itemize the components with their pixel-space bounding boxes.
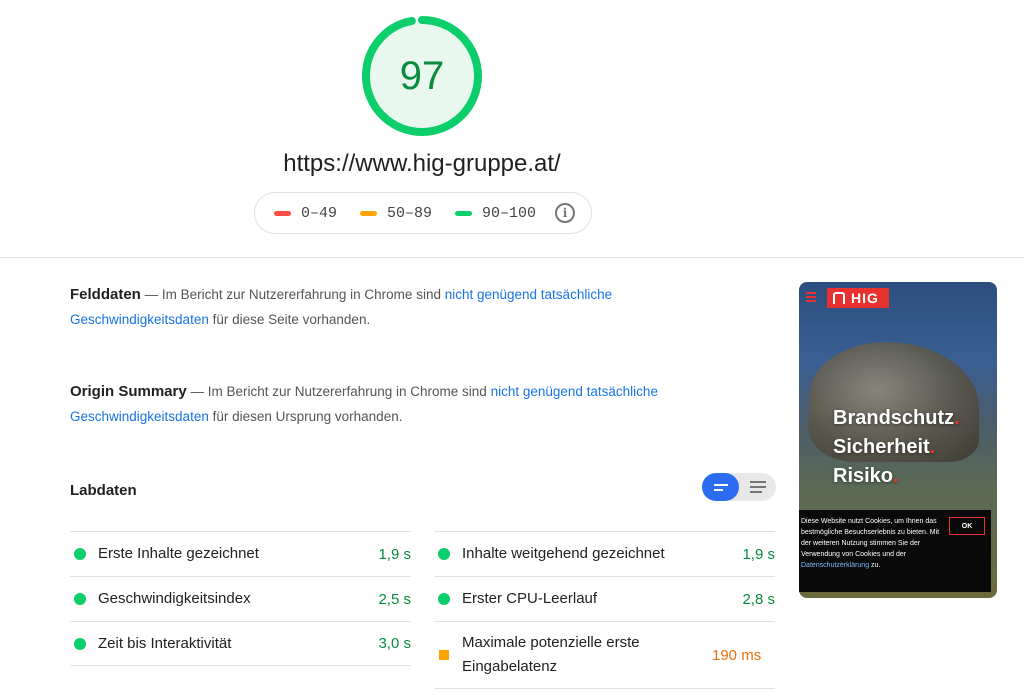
- site-logo: HIG: [827, 288, 889, 308]
- average-indicator-icon: [439, 650, 449, 660]
- metric-label: Erster CPU-Leerlauf: [462, 590, 598, 607]
- metrics-view-toggle: [702, 473, 776, 501]
- hero-headline-line: Sicherheit: [833, 433, 960, 462]
- legend-item-average: 50–89: [360, 205, 432, 222]
- info-icon[interactable]: i: [555, 203, 576, 223]
- metric-label: Inhalte weitgehend gezeichnet: [462, 545, 665, 562]
- page-screenshot-thumbnail: HIG Brandschutz Sicherheit Risiko Diese …: [799, 282, 997, 598]
- privacy-policy-link: Datenschutzerklärung: [801, 562, 870, 569]
- metric-row: Geschwindigkeitsindex 2,5 s: [70, 576, 411, 621]
- metric-row: Maximale potenzielle erste Eingabelatenz…: [434, 621, 775, 689]
- menu-icon: [806, 292, 816, 302]
- metric-row: Zeit bis Interaktivität 3,0 s: [70, 621, 411, 666]
- origin-summary-title: Origin Summary: [70, 383, 187, 400]
- lab-data-title: Labdaten: [70, 482, 137, 499]
- origin-summary-section: Origin Summary — Im Bericht zur Nutzerer…: [70, 379, 710, 429]
- metric-row: Inhalte weitgehend gezeichnet 1,9 s: [434, 531, 775, 576]
- metric-value: 1,9 s: [378, 545, 411, 563]
- logo-icon: [833, 292, 845, 304]
- legend-swatch-pass: [455, 210, 473, 216]
- field-data-section: Felddaten — Im Bericht zur Nutzererfahru…: [70, 282, 710, 332]
- metric-row: Erste Inhalte gezeichnet 1,9 s: [70, 531, 411, 576]
- metrics-column-left: Erste Inhalte gezeichnet 1,9 s Geschwind…: [70, 531, 411, 666]
- metric-value: 2,5 s: [378, 590, 411, 608]
- compact-view-button[interactable]: [702, 473, 739, 501]
- cookie-text-after: zu.: [869, 562, 881, 569]
- legend-item-fail: 0–49: [274, 205, 337, 222]
- score-legend: 0–49 50–89 90–100 i: [254, 192, 592, 234]
- hero-headline: Brandschutz Sicherheit Risiko: [833, 404, 960, 491]
- metric-value: 190 ms: [712, 646, 762, 664]
- metric-label: Geschwindigkeitsindex: [98, 590, 251, 607]
- tested-url: https://www.hig-gruppe.at/: [283, 150, 561, 177]
- cookie-banner: Diese Website nutzt Cookies, um Ihnen da…: [799, 510, 991, 592]
- origin-summary-text-after: für diesen Ursprung vorhanden.: [208, 409, 403, 424]
- performance-score-gauge: 97: [361, 15, 483, 137]
- expanded-view-icon: [749, 481, 766, 493]
- metric-label: Zeit bis Interaktivität: [98, 634, 232, 652]
- legend-swatch-average: [360, 210, 378, 216]
- hero-headline-line: Risiko: [833, 462, 960, 491]
- metric-label: Maximale potenzielle erste Eingabelatenz: [462, 634, 640, 675]
- metric-value: 2,8 s: [742, 590, 775, 608]
- metric-value: 1,9 s: [742, 545, 775, 563]
- cookie-text: Diese Website nutzt Cookies, um Ihnen da…: [801, 518, 940, 558]
- section-divider: [0, 257, 1024, 258]
- compact-view-icon: [713, 483, 728, 491]
- pass-indicator-icon: [74, 593, 86, 605]
- legend-label-fail: 0–49: [301, 204, 338, 222]
- metrics-column-right: Inhalte weitgehend gezeichnet 1,9 s Erst…: [434, 531, 775, 689]
- expanded-view-button[interactable]: [739, 473, 776, 501]
- hero-headline-line: Brandschutz: [833, 404, 960, 433]
- metric-label: Erste Inhalte gezeichnet: [98, 545, 259, 562]
- pass-indicator-icon: [74, 637, 86, 650]
- metric-value: 3,0 s: [378, 635, 411, 652]
- field-data-text-after: für diese Seite vorhanden.: [208, 312, 371, 327]
- legend-label-pass: 90–100: [482, 204, 537, 222]
- pass-indicator-icon: [74, 548, 86, 560]
- legend-label-average: 50–89: [387, 204, 433, 222]
- field-data-text-before: — Im Bericht zur Nutzererfahrung in Chro…: [140, 287, 445, 302]
- field-data-title: Felddaten: [70, 286, 141, 303]
- pass-indicator-icon: [438, 593, 450, 605]
- logo-text: HIG: [851, 290, 879, 306]
- metric-row: Erster CPU-Leerlauf 2,8 s: [434, 576, 775, 621]
- origin-summary-text-before: — Im Bericht zur Nutzererfahrung in Chro…: [186, 384, 491, 399]
- cookie-banner-text: Diese Website nutzt Cookies, um Ihnen da…: [801, 516, 941, 571]
- legend-item-pass: 90–100: [455, 205, 536, 222]
- pass-indicator-icon: [438, 548, 450, 560]
- cookie-ok-button: OK: [949, 517, 985, 535]
- legend-swatch-fail: [274, 210, 291, 216]
- score-value: 97: [399, 53, 445, 98]
